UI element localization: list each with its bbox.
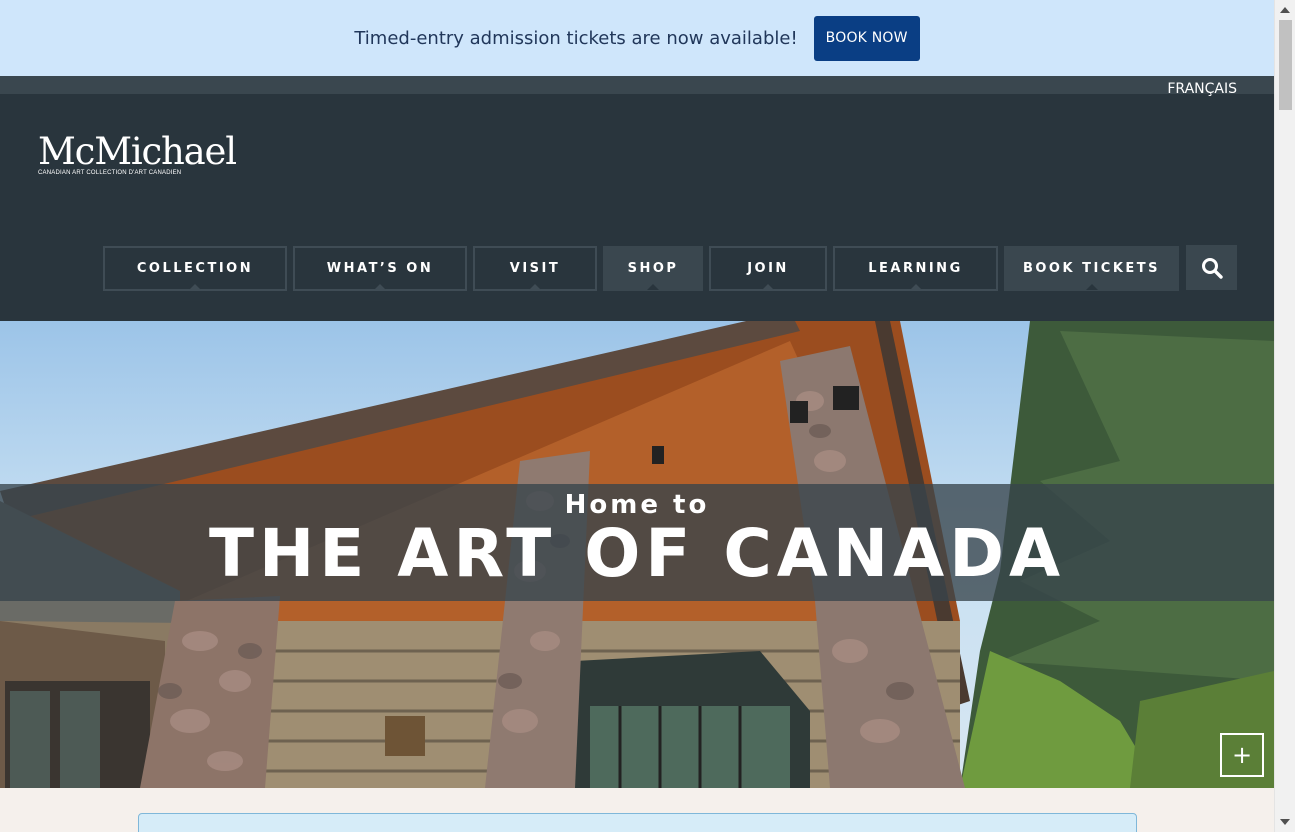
nav-item-learning[interactable]: LEARNING [833,246,998,291]
nav-item-label: VISIT [509,261,561,276]
caret-icon [529,284,541,290]
notice-box [138,813,1137,832]
header-top-strip [0,76,1274,94]
nav-item-label: JOIN [747,261,789,276]
caret-icon [762,284,774,290]
hero-title-band: Home to THE ART OF CANADA [0,484,1274,601]
announcement-bar: Timed-entry admission tickets are now av… [0,0,1274,76]
caret-icon [909,284,922,290]
book-now-button[interactable]: BOOK NOW [813,15,920,61]
caret-icon [374,284,386,290]
search-button[interactable] [1186,245,1237,290]
caret-icon [1085,284,1098,290]
nav-item-label: SHOP [627,261,679,276]
announcement-text: Timed-entry admission tickets are now av… [354,27,798,49]
search-icon [1201,257,1223,279]
hero-expand-button[interactable]: + [1220,733,1264,777]
hero-banner: Home to THE ART OF CANADA + [0,321,1274,788]
nav-item-label: WHAT’S ON [326,261,434,276]
language-toggle-link[interactable]: FRANÇAIS [1167,81,1237,97]
site-header: FRANÇAIS McMichael CANADIAN ART COLLECTI… [0,76,1274,321]
nav-item-book-tickets[interactable]: BOOK TICKETS [1004,246,1179,291]
nav-item-label: BOOK TICKETS [1022,261,1161,276]
plus-icon: + [1231,741,1253,769]
caret-icon [647,284,659,290]
hero-title: THE ART OF CANADA [208,515,1066,592]
nav-item-shop[interactable]: SHOP [603,246,703,291]
page-scrollbar[interactable] [1274,0,1295,832]
nav-item-join[interactable]: JOIN [709,246,827,291]
logo-wordmark: McMichael [38,130,237,173]
scroll-up-icon[interactable] [1280,7,1290,13]
caret-icon [189,284,201,290]
site-logo[interactable]: McMichael CANADIAN ART COLLECTION D'ART … [38,130,237,177]
scrollbar-thumb[interactable] [1279,20,1292,110]
nav-item-label: COLLECTION [136,261,254,276]
nav-item-whats-on[interactable]: WHAT’S ON [293,246,467,291]
nav-item-collection[interactable]: COLLECTION [103,246,287,291]
nav-item-visit[interactable]: VISIT [473,246,597,291]
nav-item-label: LEARNING [868,261,963,276]
scroll-down-icon[interactable] [1280,819,1290,825]
